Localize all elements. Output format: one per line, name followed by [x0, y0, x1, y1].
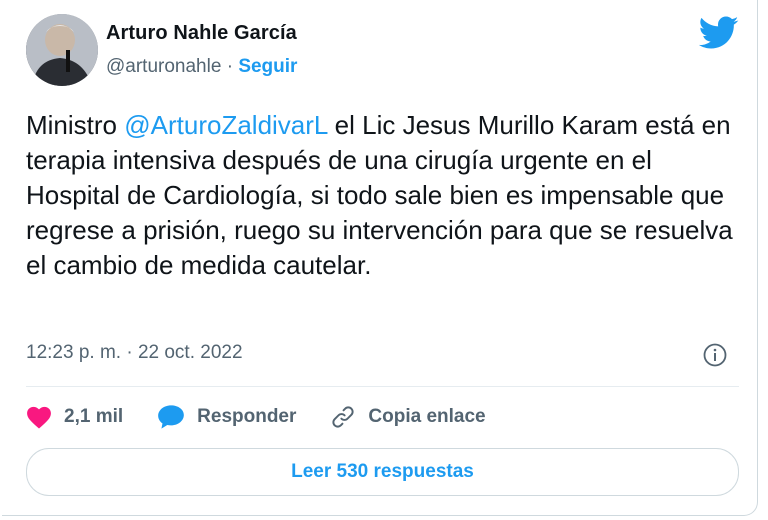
- action-bar: 2,1 mil Responder Copia enlace: [26, 402, 520, 432]
- read-replies-button[interactable]: Leer 530 respuestas: [26, 448, 739, 496]
- tweet-timestamp[interactable]: 12:23 p. m. · 22 oct. 2022: [26, 342, 243, 364]
- info-icon[interactable]: [703, 343, 727, 367]
- follow-button[interactable]: Seguir: [238, 56, 297, 77]
- like-count: 2,1 mil: [64, 406, 124, 427]
- author-name[interactable]: Arturo Nahle García: [106, 22, 297, 45]
- copy-link-label: Copia enlace: [368, 406, 486, 427]
- handle-row: @arturonahle · Seguir: [106, 56, 297, 78]
- reply-label: Responder: [197, 406, 297, 427]
- divider: [26, 386, 739, 387]
- tweet-text-before: Ministro: [26, 110, 125, 140]
- reply-button[interactable]: Responder: [157, 404, 296, 430]
- separator: ·: [226, 56, 234, 77]
- avatar[interactable]: [26, 14, 98, 86]
- tweet-text: Ministro @ArturoZaldivarL el Lic Jesus M…: [26, 108, 741, 283]
- like-button[interactable]: 2,1 mil: [26, 405, 123, 429]
- copy-link-button[interactable]: Copia enlace: [330, 404, 486, 430]
- heart-icon: [27, 406, 51, 429]
- twitter-bird-icon[interactable]: [698, 16, 739, 50]
- author-handle[interactable]: @arturonahle: [106, 56, 221, 77]
- mention-link[interactable]: @ArturoZaldivarL: [124, 110, 327, 140]
- link-icon: [332, 406, 354, 428]
- speech-bubble-icon: [158, 405, 184, 429]
- tweet-card: Arturo Nahle García @arturonahle · Segui…: [2, 0, 758, 516]
